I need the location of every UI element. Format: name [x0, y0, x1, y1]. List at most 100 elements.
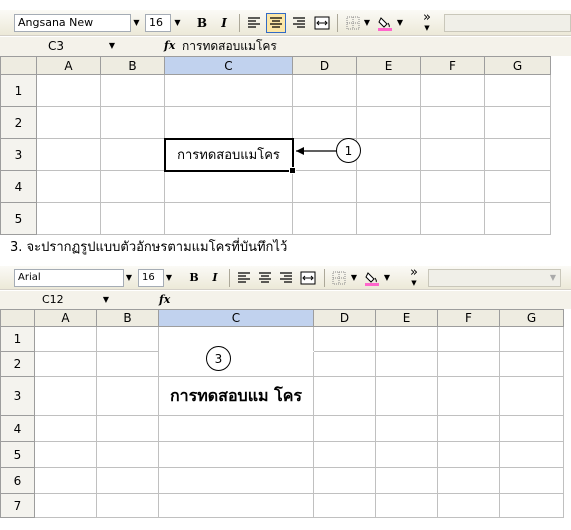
cell[interactable]	[499, 376, 564, 416]
font-size-dropdown-arrow[interactable]: ▼	[164, 270, 174, 286]
cell[interactable]	[313, 326, 376, 352]
cell[interactable]	[313, 493, 376, 518]
fx-icon[interactable]: fx	[164, 37, 178, 55]
borders-icon[interactable]	[344, 14, 362, 32]
cell[interactable]	[499, 441, 564, 468]
cell[interactable]	[34, 351, 97, 377]
column-header-f[interactable]: F	[437, 309, 500, 327]
row-header-7[interactable]: 7	[0, 493, 35, 518]
cell[interactable]	[36, 170, 101, 203]
cell[interactable]	[375, 493, 438, 518]
cell[interactable]	[437, 415, 500, 442]
cell[interactable]	[164, 202, 293, 235]
column-header-a[interactable]: A	[34, 309, 97, 327]
cell[interactable]	[437, 493, 500, 518]
cell[interactable]	[34, 493, 97, 518]
cell[interactable]	[164, 106, 293, 139]
cell[interactable]	[437, 467, 500, 494]
align-right-icon[interactable]	[290, 14, 308, 32]
cell[interactable]	[292, 170, 357, 203]
row-header-1[interactable]: 1	[0, 326, 35, 352]
row-header-3[interactable]: 3	[0, 138, 37, 171]
bold-button[interactable]: B	[185, 269, 203, 287]
cell[interactable]	[292, 106, 357, 139]
select-all-corner[interactable]	[0, 309, 35, 327]
italic-button[interactable]: I	[215, 14, 233, 32]
fx-icon[interactable]: fx	[159, 291, 173, 309]
cell[interactable]	[437, 376, 500, 416]
cell[interactable]	[158, 441, 314, 468]
cell[interactable]	[100, 74, 165, 107]
cell[interactable]	[96, 351, 159, 377]
cell[interactable]	[420, 202, 485, 235]
font-name-dropdown-arrow[interactable]: ▼	[124, 270, 134, 286]
cell-c3[interactable]: การทดสอบแม โคร	[158, 376, 314, 416]
fill-color-dropdown-arrow[interactable]: ▼	[395, 15, 405, 31]
cell[interactable]	[356, 138, 421, 171]
bold-button[interactable]: B	[193, 14, 211, 32]
align-center-icon[interactable]	[266, 13, 286, 33]
cell[interactable]	[420, 74, 485, 107]
fill-color-icon[interactable]	[376, 14, 394, 32]
merge-center-icon[interactable]	[313, 14, 331, 32]
cell[interactable]	[484, 170, 551, 203]
cell[interactable]	[313, 441, 376, 468]
toolbar-overflow-chevron-icon[interactable]: » ▼	[420, 11, 434, 33]
cell[interactable]	[375, 467, 438, 494]
font-size-combo[interactable]: 16	[145, 14, 171, 32]
cell[interactable]	[356, 202, 421, 235]
cell[interactable]	[313, 351, 376, 377]
cell[interactable]	[158, 351, 314, 377]
cell[interactable]	[499, 415, 564, 442]
toolbar-overflow-chevron-icon[interactable]: » ▼	[407, 266, 421, 288]
cell[interactable]	[34, 441, 97, 468]
name-box[interactable]: C12	[42, 291, 100, 309]
cell[interactable]	[100, 106, 165, 139]
cell[interactable]	[313, 467, 376, 494]
cell[interactable]	[437, 441, 500, 468]
borders-dropdown-arrow[interactable]: ▼	[362, 15, 372, 31]
name-box[interactable]: C3	[48, 37, 108, 55]
fill-color-icon[interactable]	[363, 269, 381, 287]
cell[interactable]	[375, 351, 438, 377]
cell[interactable]	[437, 326, 500, 352]
column-header-b[interactable]: B	[96, 309, 159, 327]
column-header-d[interactable]: D	[313, 309, 376, 327]
cell[interactable]	[499, 351, 564, 377]
cell[interactable]	[313, 415, 376, 442]
cell[interactable]	[375, 415, 438, 442]
merge-center-icon[interactable]	[299, 269, 317, 287]
align-left-icon[interactable]	[245, 14, 263, 32]
name-box-dropdown-arrow[interactable]: ▼	[101, 292, 111, 308]
cell[interactable]	[484, 106, 551, 139]
cell[interactable]	[34, 415, 97, 442]
font-name-combo[interactable]: Arial	[14, 269, 124, 287]
cell[interactable]	[100, 202, 165, 235]
cell[interactable]	[499, 493, 564, 518]
align-right-icon[interactable]	[277, 269, 295, 287]
cell[interactable]	[158, 326, 314, 352]
cell[interactable]	[36, 74, 101, 107]
borders-dropdown-arrow[interactable]: ▼	[349, 270, 359, 286]
align-left-icon[interactable]	[235, 269, 253, 287]
cell[interactable]	[484, 138, 551, 171]
cell[interactable]	[36, 138, 101, 171]
cell[interactable]	[420, 138, 485, 171]
cell[interactable]	[34, 376, 97, 416]
cell[interactable]	[499, 467, 564, 494]
column-header-c[interactable]: C	[164, 56, 293, 75]
cell[interactable]	[164, 74, 293, 107]
cell[interactable]	[96, 376, 159, 416]
cell[interactable]	[375, 326, 438, 352]
cell[interactable]	[96, 415, 159, 442]
cell[interactable]	[34, 467, 97, 494]
column-header-b[interactable]: B	[100, 56, 165, 75]
cell[interactable]	[158, 467, 314, 494]
row-header-1[interactable]: 1	[0, 74, 37, 107]
font-name-combo[interactable]: Angsana New	[14, 14, 131, 32]
cell[interactable]	[420, 170, 485, 203]
cell[interactable]	[375, 376, 438, 416]
column-header-e[interactable]: E	[375, 309, 438, 327]
cell[interactable]	[158, 415, 314, 442]
cell[interactable]	[313, 376, 376, 416]
